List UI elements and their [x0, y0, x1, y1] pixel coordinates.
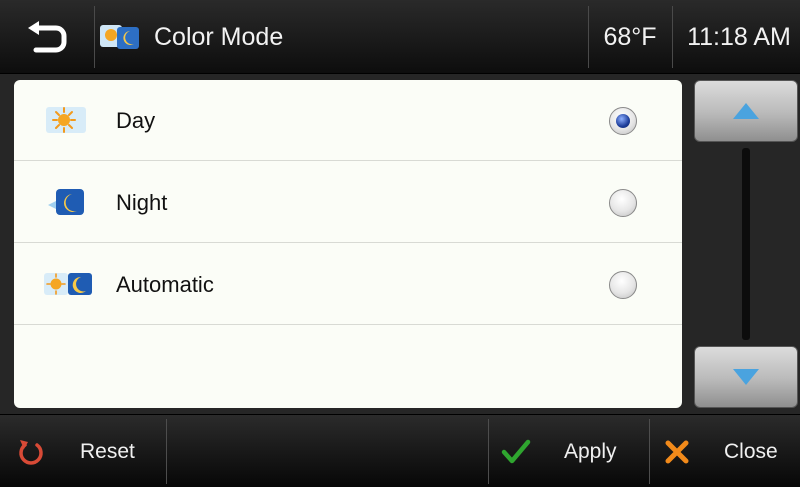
radio-automatic[interactable]	[609, 271, 637, 299]
back-button[interactable]	[0, 0, 94, 74]
checkmark-icon	[501, 439, 531, 463]
option-label: Night	[116, 189, 168, 215]
option-label: Day	[116, 107, 156, 133]
close-x-icon	[665, 440, 689, 463]
header-divider	[94, 6, 95, 68]
footer-divider	[166, 419, 167, 484]
sun-icon	[46, 107, 86, 133]
scroll-up-button[interactable]	[694, 80, 798, 142]
page-title: Color Mode	[154, 22, 284, 51]
moon-icon	[48, 189, 84, 215]
apply-button[interactable]: Apply	[489, 415, 649, 487]
page-title-group: Color Mode	[100, 0, 283, 74]
temperature-readout: 68°F	[603, 22, 657, 51]
clock-readout: 11:18 AM	[687, 22, 791, 51]
option-night[interactable]: Night	[14, 162, 682, 243]
back-arrow-icon	[28, 21, 67, 53]
arrow-down-icon	[733, 369, 759, 385]
radio-night[interactable]	[609, 189, 637, 217]
reset-icon	[19, 439, 43, 465]
header-bar: Color Mode 68°F 11:18 AM	[0, 0, 800, 74]
radio-day[interactable]	[609, 107, 637, 135]
options-list: Day Night Automatic	[14, 80, 682, 408]
arrow-up-icon	[733, 103, 759, 119]
close-label: Close	[724, 439, 778, 463]
option-label: Automatic	[116, 271, 214, 297]
color-mode-icon	[100, 25, 139, 49]
reset-label: Reset	[80, 439, 135, 463]
option-day[interactable]: Day	[14, 80, 682, 161]
option-automatic[interactable]: Automatic	[14, 244, 682, 325]
scrollbar-track[interactable]	[742, 148, 750, 340]
close-button[interactable]: Close	[650, 415, 800, 487]
reset-button[interactable]: Reset	[0, 415, 166, 487]
header-divider	[672, 6, 673, 68]
sun-moon-icon	[44, 273, 92, 295]
scroll-down-button[interactable]	[694, 346, 798, 408]
footer-bar: Reset Apply Close	[0, 414, 800, 487]
apply-label: Apply	[564, 439, 617, 463]
